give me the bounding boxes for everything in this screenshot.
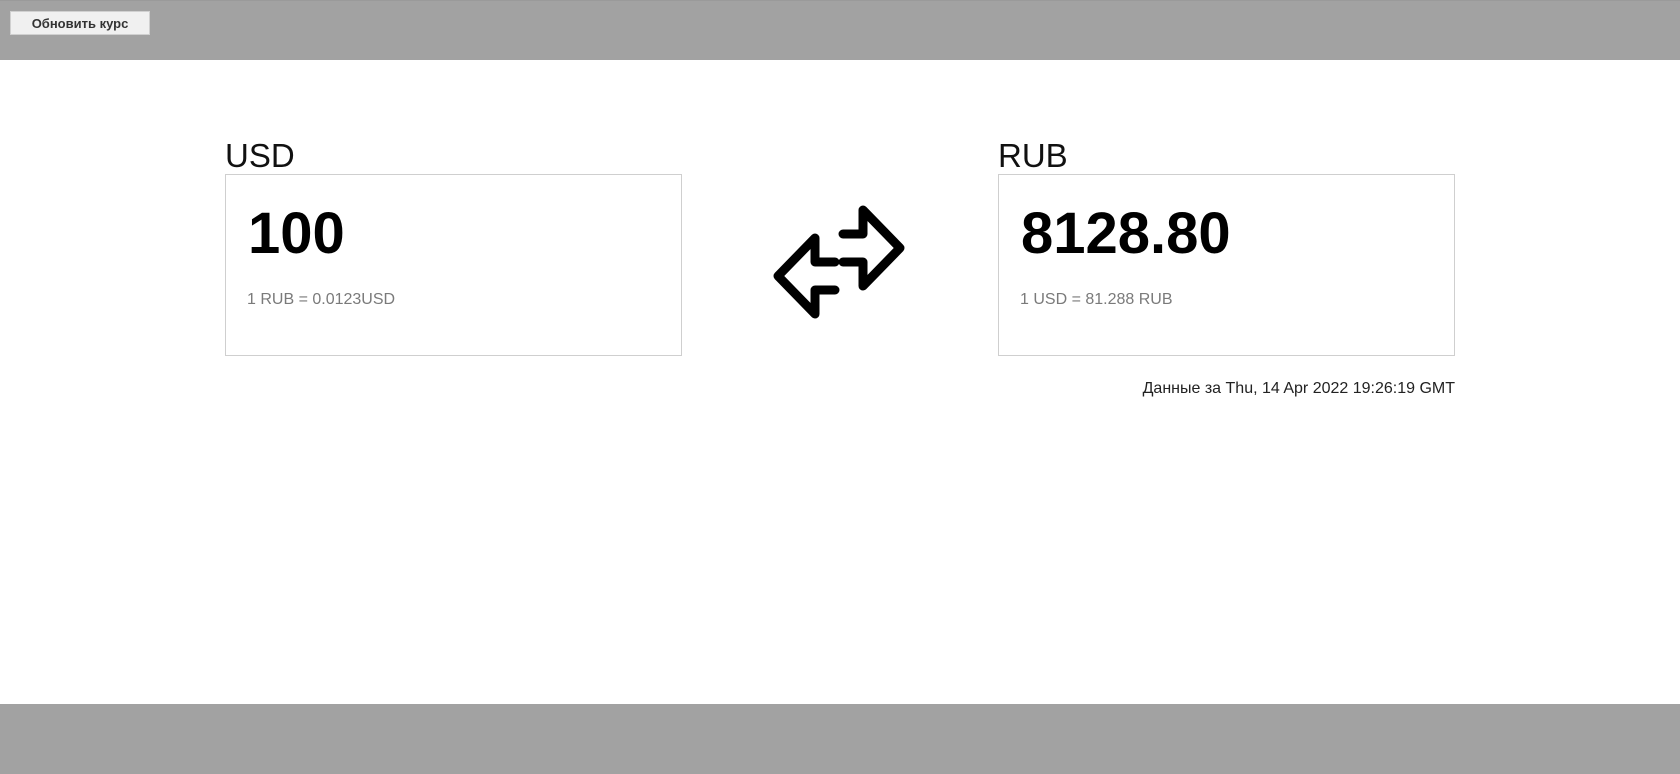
from-amount-input[interactable]: 100 xyxy=(248,205,345,263)
swap-arrows-icon[interactable] xyxy=(770,200,908,330)
to-currency-code[interactable]: RUB xyxy=(998,130,1455,174)
from-rate-text: 1 RUB = 0.0123USD xyxy=(247,291,396,308)
refresh-rate-button[interactable]: Обновить курс xyxy=(10,11,150,35)
to-rate-text: 1 USD = 81.288 RUB xyxy=(1020,291,1173,308)
to-amount-value[interactable]: 8128.80 xyxy=(1021,205,1231,263)
top-toolbar: Обновить курс xyxy=(0,0,1680,60)
data-timestamp: Данные за Thu, 14 Apr 2022 19:26:19 GMT xyxy=(1142,380,1455,397)
from-amount-box[interactable]: 100 1 RUB = 0.0123USD xyxy=(225,174,682,356)
to-amount-box[interactable]: 8128.80 1 USD = 81.288 RUB xyxy=(998,174,1455,356)
from-currency-code[interactable]: USD xyxy=(225,130,682,174)
footer-bar xyxy=(0,704,1680,774)
to-currency-panel: RUB 8128.80 1 USD = 81.288 RUB xyxy=(998,130,1455,356)
from-currency-panel: USD 100 1 RUB = 0.0123USD xyxy=(225,130,682,356)
